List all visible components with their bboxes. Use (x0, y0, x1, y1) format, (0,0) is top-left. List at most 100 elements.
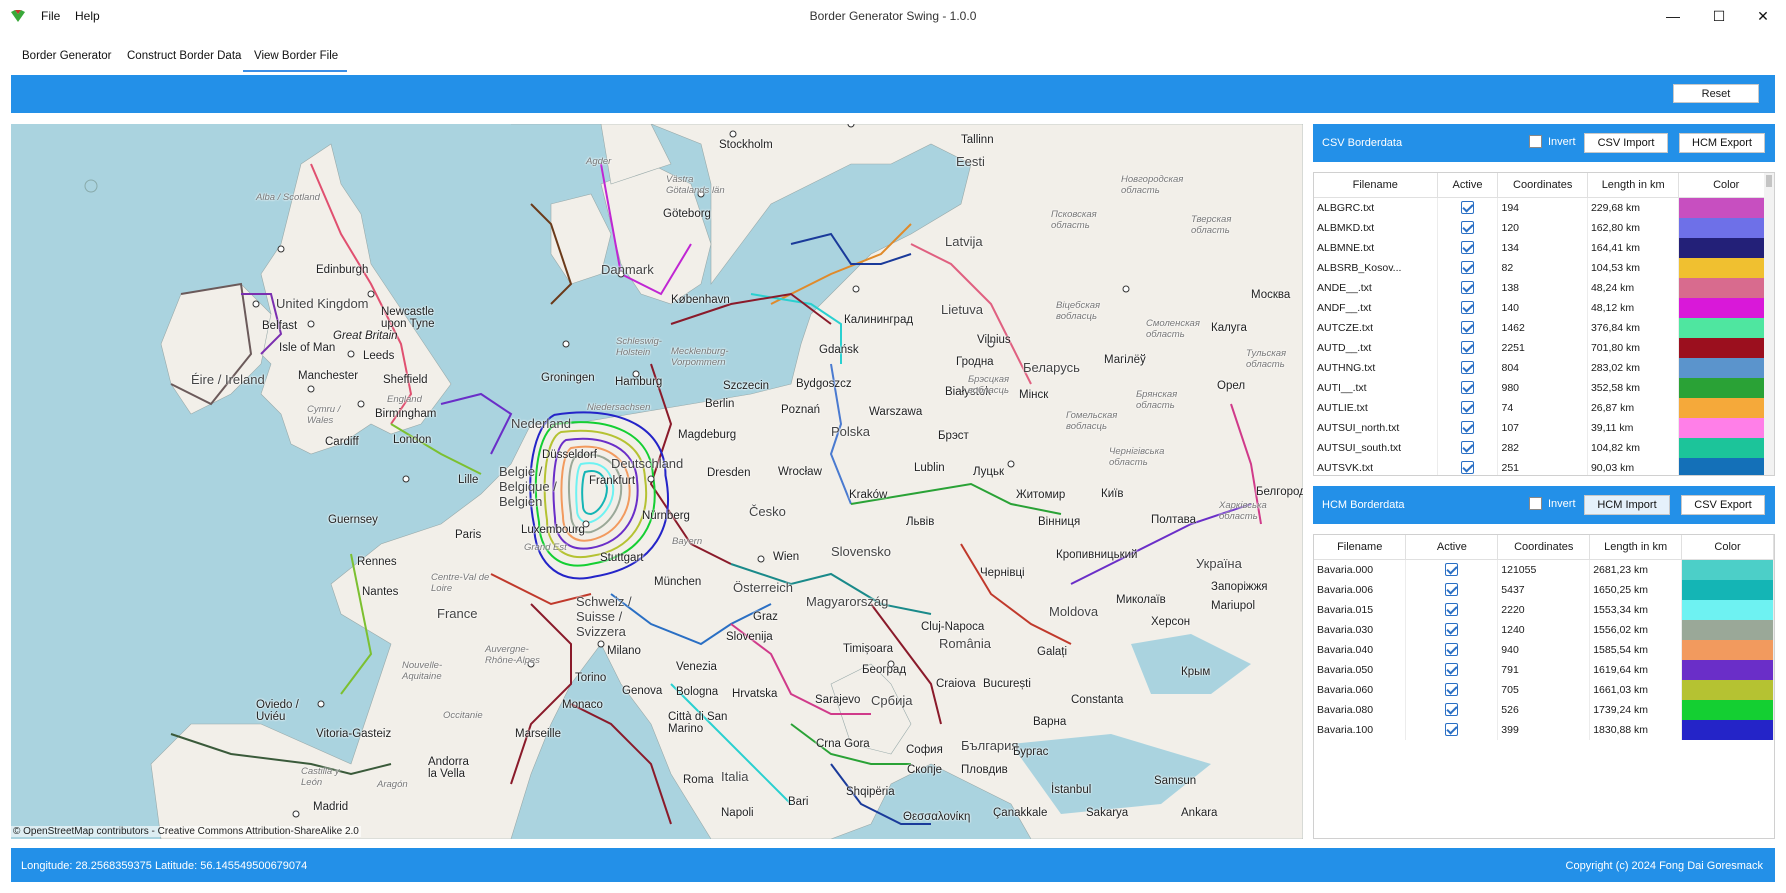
color-swatch[interactable] (1679, 317, 1773, 338)
color-swatch[interactable] (1679, 457, 1773, 475)
color-cell[interactable] (1681, 619, 1774, 640)
hcm-invert-checkbox[interactable]: Invert (1529, 497, 1576, 510)
active-cell[interactable] (1437, 217, 1499, 238)
table-row[interactable]: ALBGRC.txt 194 229,68 km (1314, 197, 1774, 218)
column-header-filename[interactable]: Filename (1314, 535, 1407, 560)
map-view[interactable]: Stockholm Tallinn Eesti Agder Västra Göt… (11, 124, 1303, 839)
csv-export-button[interactable]: CSV Export (1681, 495, 1765, 515)
color-swatch[interactable] (1682, 619, 1773, 640)
active-checkbox[interactable] (1460, 461, 1474, 474)
color-swatch[interactable] (1682, 679, 1773, 700)
table-row[interactable]: ALBSRB_Kosov... 82 104,53 km (1314, 257, 1774, 278)
active-checkbox[interactable] (1460, 301, 1474, 314)
tab-border-generator[interactable]: Border Generator (22, 50, 112, 62)
active-checkbox[interactable] (1445, 643, 1459, 656)
column-header-coordinates[interactable]: Coordinates (1497, 535, 1591, 560)
color-swatch[interactable] (1679, 297, 1773, 318)
minimize-button[interactable]: — (1650, 0, 1696, 32)
table-row[interactable]: ALBMNE.txt 134 164,41 km (1314, 237, 1774, 258)
active-checkbox[interactable] (1460, 261, 1474, 274)
table-row[interactable]: AUTI__.txt 980 352,58 km (1314, 377, 1774, 398)
color-swatch[interactable] (1679, 397, 1773, 418)
active-checkbox[interactable] (1460, 361, 1474, 374)
color-cell[interactable] (1678, 257, 1774, 278)
active-cell[interactable] (1437, 317, 1499, 338)
active-cell[interactable] (1405, 699, 1499, 720)
color-cell[interactable] (1678, 217, 1774, 238)
color-cell[interactable] (1678, 437, 1774, 458)
active-cell[interactable] (1405, 659, 1499, 680)
color-cell[interactable] (1681, 559, 1774, 580)
active-checkbox[interactable] (1460, 341, 1474, 354)
color-cell[interactable] (1681, 639, 1774, 660)
active-cell[interactable] (1437, 337, 1499, 358)
color-swatch[interactable] (1679, 197, 1773, 218)
active-checkbox[interactable] (1445, 603, 1459, 616)
maximize-button[interactable]: ☐ (1696, 0, 1742, 32)
active-cell[interactable] (1405, 599, 1499, 620)
color-cell[interactable] (1681, 679, 1774, 700)
table-row[interactable]: Bavaria.000 121055 2681,23 km (1314, 559, 1774, 580)
table-row[interactable]: AUTHNG.txt 804 283,02 km (1314, 357, 1774, 378)
active-cell[interactable] (1405, 579, 1499, 600)
hcm-import-button[interactable]: HCM Import (1584, 495, 1670, 515)
color-swatch[interactable] (1679, 257, 1773, 278)
color-cell[interactable] (1678, 197, 1774, 218)
color-swatch[interactable] (1679, 217, 1773, 238)
active-cell[interactable] (1437, 357, 1499, 378)
color-swatch[interactable] (1682, 599, 1773, 620)
column-header-length[interactable]: Length in km (1587, 173, 1680, 198)
color-swatch[interactable] (1679, 277, 1773, 298)
active-cell[interactable] (1405, 639, 1499, 660)
table-row[interactable]: AUTD__.txt 2251 701,80 km (1314, 337, 1774, 358)
table-row[interactable]: Bavaria.040 940 1585,54 km (1314, 639, 1774, 660)
active-checkbox[interactable] (1460, 201, 1474, 214)
table-row[interactable]: AUTSVK.txt 251 90,03 km (1314, 457, 1774, 475)
active-checkbox[interactable] (1460, 441, 1474, 454)
active-cell[interactable] (1437, 397, 1499, 418)
color-swatch[interactable] (1679, 337, 1773, 358)
color-cell[interactable] (1678, 317, 1774, 338)
table-row[interactable]: Bavaria.015 2220 1553,34 km (1314, 599, 1774, 620)
table-row[interactable]: AUTSUI_north.txt 107 39,11 km (1314, 417, 1774, 438)
color-swatch[interactable] (1679, 437, 1773, 458)
active-checkbox[interactable] (1445, 623, 1459, 636)
table-row[interactable]: AUTLIE.txt 74 26,87 km (1314, 397, 1774, 418)
active-checkbox[interactable] (1460, 241, 1474, 254)
color-cell[interactable] (1678, 237, 1774, 258)
color-swatch[interactable] (1679, 237, 1773, 258)
active-checkbox[interactable] (1445, 563, 1459, 576)
reset-button[interactable]: Reset (1673, 84, 1759, 103)
active-cell[interactable] (1437, 297, 1499, 318)
table-row[interactable]: ANDE__.txt 138 48,24 km (1314, 277, 1774, 298)
color-cell[interactable] (1681, 719, 1774, 740)
table-row[interactable]: Bavaria.060 705 1661,03 km (1314, 679, 1774, 700)
column-header-color[interactable]: Color (1681, 535, 1774, 560)
tab-construct-border-data[interactable]: Construct Border Data (127, 50, 241, 62)
color-swatch[interactable] (1682, 579, 1773, 600)
color-cell[interactable] (1678, 457, 1774, 475)
color-swatch[interactable] (1682, 639, 1773, 660)
color-cell[interactable] (1681, 579, 1774, 600)
csv-invert-checkbox[interactable]: Invert (1529, 135, 1576, 148)
active-checkbox[interactable] (1445, 583, 1459, 596)
active-checkbox[interactable] (1460, 401, 1474, 414)
active-checkbox[interactable] (1460, 281, 1474, 294)
table-row[interactable]: Bavaria.080 526 1739,24 km (1314, 699, 1774, 720)
color-swatch[interactable] (1679, 357, 1773, 378)
active-checkbox[interactable] (1445, 683, 1459, 696)
color-cell[interactable] (1678, 357, 1774, 378)
checkbox-box[interactable] (1529, 497, 1542, 510)
column-header-color[interactable]: Color (1678, 173, 1774, 198)
active-cell[interactable] (1437, 377, 1499, 398)
column-header-active[interactable]: Active (1405, 535, 1499, 560)
table-row[interactable]: Bavaria.006 5437 1650,25 km (1314, 579, 1774, 600)
color-swatch[interactable] (1682, 719, 1773, 740)
active-checkbox[interactable] (1445, 663, 1459, 676)
table-row[interactable]: AUTSUI_south.txt 282 104,82 km (1314, 437, 1774, 458)
column-header-active[interactable]: Active (1437, 173, 1499, 198)
active-cell[interactable] (1437, 237, 1499, 258)
table-row[interactable]: Bavaria.030 1240 1556,02 km (1314, 619, 1774, 640)
table-row[interactable]: AUTCZE.txt 1462 376,84 km (1314, 317, 1774, 338)
tab-view-border-file[interactable]: View Border File (254, 50, 338, 62)
